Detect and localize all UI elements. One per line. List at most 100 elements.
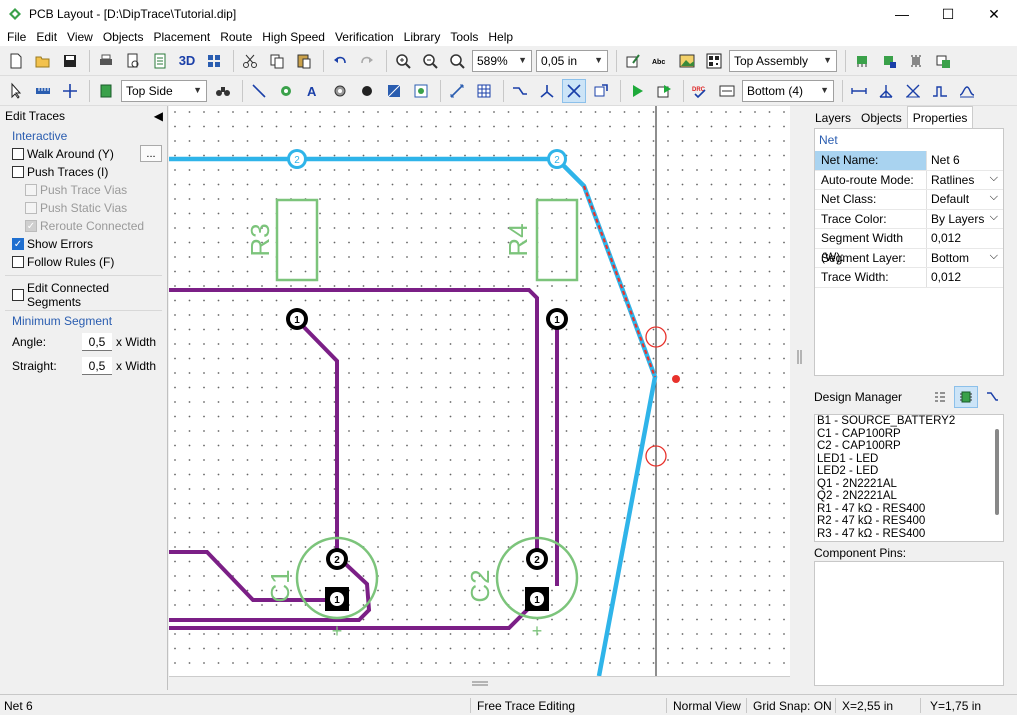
show-errors-checkbox[interactable]: ✓ Show Errors xyxy=(5,235,162,253)
close-button[interactable]: ✕ xyxy=(971,0,1017,28)
panel-splitter[interactable] xyxy=(790,106,808,690)
list-item[interactable]: LED1 - LED xyxy=(817,453,1003,466)
ruler-tool-button[interactable] xyxy=(31,79,55,103)
find-button[interactable] xyxy=(211,79,235,103)
push-trace-vias-checkbox[interactable]: Push Trace Vias xyxy=(5,181,162,199)
tab-properties[interactable]: Properties xyxy=(906,106,974,128)
menu-library[interactable]: Library xyxy=(399,30,446,44)
undo-button[interactable] xyxy=(328,49,352,73)
walk-around-checkbox[interactable]: Walk Around (Y)... xyxy=(5,145,162,163)
menu-route[interactable]: Route xyxy=(215,30,257,44)
list-item[interactable]: LED2 - LED xyxy=(817,465,1003,478)
list-item[interactable]: Q2 - 2N2221AL xyxy=(817,490,1003,503)
component-pins-list[interactable] xyxy=(814,561,1004,686)
route-branch-button[interactable] xyxy=(535,79,559,103)
list-item[interactable]: C1 - CAP100RP xyxy=(817,428,1003,441)
drc-button[interactable]: DRC xyxy=(688,79,712,103)
length-button[interactable] xyxy=(847,79,871,103)
copy-button[interactable] xyxy=(265,49,289,73)
tab-layers[interactable]: Layers xyxy=(810,108,856,128)
signal-button[interactable] xyxy=(928,79,952,103)
menu-placement[interactable]: Placement xyxy=(149,30,216,44)
via-tool-button[interactable] xyxy=(328,79,352,103)
run-autorouter-button[interactable] xyxy=(625,79,649,103)
pcb-canvas[interactable]: 2 2 R3 R4 1 1 C1 + 2 1 C2 + 2 1 xyxy=(169,106,790,676)
origin-tool-button[interactable] xyxy=(58,79,82,103)
assembly-select[interactable]: Top Assembly ▼ xyxy=(729,49,837,72)
image-button[interactable] xyxy=(675,49,699,73)
walk-around-settings-button[interactable]: ... xyxy=(140,145,162,162)
update-pour-button[interactable] xyxy=(409,79,433,103)
table-button[interactable] xyxy=(472,79,496,103)
new-file-button[interactable] xyxy=(4,49,28,73)
copper-pour-button[interactable] xyxy=(382,79,406,103)
menu-tools[interactable]: Tools xyxy=(445,30,483,44)
dm-expand-button[interactable] xyxy=(928,386,952,408)
edit-traces-button[interactable] xyxy=(562,78,586,103)
tab-objects[interactable]: Objects xyxy=(856,108,907,128)
layers-button[interactable] xyxy=(931,49,955,73)
layer-select[interactable]: Bottom (4) ▼ xyxy=(742,79,834,102)
prop-value[interactable]: 0,012 xyxy=(927,229,1003,248)
dm-nets-button[interactable] xyxy=(980,386,1004,408)
component-button[interactable] xyxy=(850,49,874,73)
edit-properties-button[interactable] xyxy=(621,49,645,73)
prop-value[interactable]: Net 6 xyxy=(927,151,1003,170)
differential-pair-button[interactable] xyxy=(901,79,925,103)
menu-help[interactable]: Help xyxy=(483,30,518,44)
zoom-in-button[interactable] xyxy=(391,49,415,73)
trace-vertex-handle[interactable] xyxy=(672,375,680,383)
prop-value[interactable]: Bottom xyxy=(927,247,1003,268)
minimize-button[interactable]: — xyxy=(879,0,925,28)
text-tool-button[interactable]: A xyxy=(301,79,325,103)
open-file-button[interactable] xyxy=(31,49,55,73)
edit-connected-checkbox[interactable]: Edit Connected Segments xyxy=(5,281,162,309)
route-trace-button[interactable] xyxy=(508,79,532,103)
route-from-pad-button[interactable] xyxy=(589,79,613,103)
panels-button[interactable] xyxy=(202,49,226,73)
prop-row-segment-width[interactable]: Segment Width (W): 0,012 xyxy=(815,229,1003,264)
pad-tool-button[interactable] xyxy=(274,79,298,103)
cut-button[interactable] xyxy=(238,49,262,73)
dimension-button[interactable] xyxy=(445,79,469,103)
list-item[interactable]: R1 - 47 kΩ - RES400 xyxy=(817,503,1003,516)
connectivity-check-button[interactable] xyxy=(715,79,739,103)
document-button[interactable] xyxy=(148,49,172,73)
place-component-button[interactable] xyxy=(877,49,901,73)
reroute-connected-checkbox[interactable]: ✓ Reroute Connected xyxy=(5,217,162,235)
redo-button[interactable] xyxy=(355,49,379,73)
menu-high-speed[interactable]: High Speed xyxy=(257,30,330,44)
angle-input[interactable]: 0,5 xyxy=(82,333,112,351)
prop-row-net-name[interactable]: Net Name: Net 6 xyxy=(815,151,1003,171)
straight-input[interactable]: 0,5 xyxy=(82,357,112,375)
list-item[interactable]: R3 - 47 kΩ - RES400 xyxy=(817,528,1003,541)
line-tool-button[interactable] xyxy=(247,79,271,103)
save-button[interactable] xyxy=(58,49,82,73)
list-item[interactable]: R2 - 47 kΩ - RES400 xyxy=(817,515,1003,528)
select-tool-button[interactable] xyxy=(4,79,28,103)
prop-value[interactable]: Default xyxy=(927,188,1003,209)
menu-verification[interactable]: Verification xyxy=(330,30,399,44)
text-button[interactable]: Abc xyxy=(648,49,672,73)
prop-value[interactable]: By Layers xyxy=(927,208,1003,229)
prop-row-trace-width[interactable]: Trace Width: 0,012 xyxy=(815,268,1003,288)
zoom-out-button[interactable] xyxy=(418,49,442,73)
prop-row-segment-layer[interactable]: Segment Layer: Bottom xyxy=(815,247,1003,268)
list-scrollbar[interactable] xyxy=(995,429,999,515)
zoom-select[interactable]: 589% ▼ xyxy=(472,49,532,72)
push-traces-checkbox[interactable]: Push Traces (I) xyxy=(5,163,162,181)
run-current-net-button[interactable] xyxy=(652,79,676,103)
list-item[interactable]: Q1 - 2N2221AL xyxy=(817,478,1003,491)
collapse-arrow-icon[interactable]: ◀ xyxy=(154,109,163,123)
list-item[interactable]: B1 - SOURCE_BATTERY2 xyxy=(817,415,1003,428)
push-static-vias-checkbox[interactable]: Push Static Vias xyxy=(5,199,162,217)
canvas-splitter[interactable] xyxy=(169,676,790,690)
follow-rules-checkbox[interactable]: Follow Rules (F) xyxy=(5,253,162,271)
menu-objects[interactable]: Objects xyxy=(98,30,149,44)
prop-row-autoroute-mode[interactable]: Auto-route Mode: Ratlines xyxy=(815,169,1003,190)
barcode-button[interactable] xyxy=(702,49,726,73)
prop-value[interactable]: 0,012 xyxy=(927,268,1003,287)
list-item[interactable]: C2 - CAP100RP xyxy=(817,440,1003,453)
signal-wave-button[interactable] xyxy=(955,79,979,103)
prop-row-net-class[interactable]: Net Class: Default xyxy=(815,188,1003,210)
